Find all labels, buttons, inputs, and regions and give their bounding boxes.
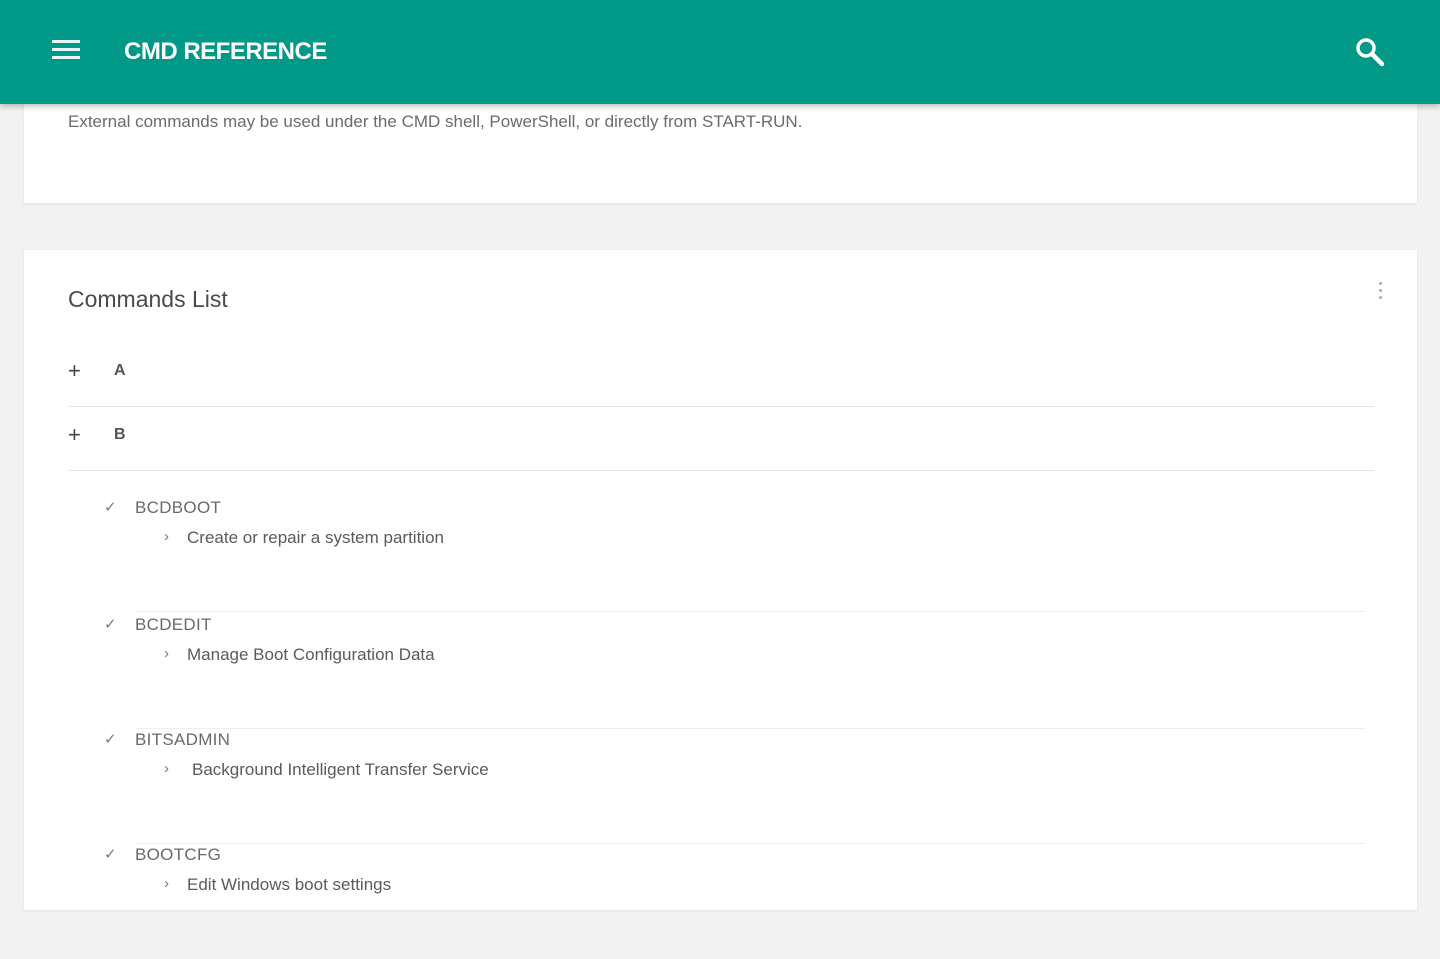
divider bbox=[136, 728, 1366, 729]
section-b[interactable]: + B bbox=[68, 408, 1374, 471]
section-letter: A bbox=[114, 362, 126, 379]
divider bbox=[136, 843, 1366, 844]
section-a[interactable]: + A bbox=[68, 344, 1374, 407]
app-title: CMD REFERENCE bbox=[124, 38, 327, 65]
command-name: BCDEDIT bbox=[135, 615, 212, 634]
check-icon: ✓ bbox=[104, 731, 117, 748]
command-description: Background Intelligent Transfer Service bbox=[192, 760, 489, 779]
more-vert-icon[interactable] bbox=[1372, 282, 1388, 308]
commands-list-card: Commands List + A + B ✓ BCDBOOT › Create… bbox=[24, 250, 1417, 910]
command-item-bitsadmin[interactable]: ✓ BITSADMIN › Background Intelligent Tra… bbox=[104, 730, 1366, 844]
command-item-bcdedit[interactable]: ✓ BCDEDIT › Manage Boot Configuration Da… bbox=[104, 615, 1366, 729]
command-name: BITSADMIN bbox=[135, 730, 231, 749]
divider bbox=[136, 611, 1366, 612]
hamburger-menu-icon[interactable] bbox=[50, 40, 82, 66]
command-description: Manage Boot Configuration Data bbox=[187, 645, 435, 664]
command-name: BOOTCFG bbox=[135, 845, 222, 864]
chevron-right-icon: › bbox=[164, 645, 169, 662]
command-item-bcdboot[interactable]: ✓ BCDBOOT › Create or repair a system pa… bbox=[104, 498, 1366, 612]
command-item-bootcfg[interactable]: ✓ BOOTCFG › Edit Windows boot settings bbox=[104, 845, 1366, 959]
intro-text: External commands may be used under the … bbox=[68, 112, 803, 131]
chevron-right-icon: › bbox=[164, 760, 169, 777]
app-bar: CMD REFERENCE bbox=[0, 0, 1440, 104]
command-description: Edit Windows boot settings bbox=[187, 875, 392, 894]
expand-plus-icon: + bbox=[68, 422, 81, 447]
chevron-right-icon: › bbox=[164, 528, 169, 545]
expand-plus-icon: + bbox=[68, 358, 81, 383]
chevron-right-icon: › bbox=[164, 875, 169, 892]
command-description: Create or repair a system partition bbox=[187, 528, 444, 547]
section-letter: B bbox=[114, 426, 126, 443]
search-icon[interactable] bbox=[1352, 34, 1388, 70]
check-icon: ✓ bbox=[104, 846, 117, 863]
check-icon: ✓ bbox=[104, 616, 117, 633]
card-heading: Commands List bbox=[68, 286, 228, 312]
check-icon: ✓ bbox=[104, 499, 117, 516]
command-name: BCDBOOT bbox=[135, 498, 222, 517]
